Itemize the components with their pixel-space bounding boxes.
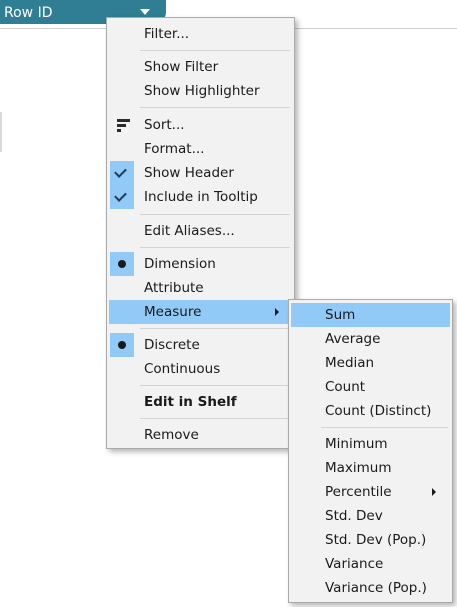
menu-separator (140, 214, 290, 215)
menu-item-label: Sort... (144, 117, 185, 133)
submenu-item-std-dev-pop[interactable]: Std. Dev (Pop.) (291, 528, 450, 552)
menu-item-label: Include in Tooltip (144, 189, 258, 205)
caret-down-icon[interactable] (140, 9, 150, 15)
menu-item-label: Show Filter (144, 59, 219, 75)
menu-item-label: Attribute (144, 280, 204, 296)
menu-separator (140, 385, 290, 386)
menu-item-label: Variance (325, 556, 384, 572)
menu-item-label: Variance (Pop.) (325, 580, 427, 596)
menu-item-label: Discrete (144, 337, 200, 353)
submenu-item-minimum[interactable]: Minimum (291, 432, 450, 456)
menu-separator (140, 107, 290, 108)
field-context-menu: Filter... Show Filter Show Highlighter S… (106, 17, 295, 449)
menu-item-sort[interactable]: Sort... (109, 113, 292, 137)
menu-item-show-header[interactable]: Show Header (109, 161, 292, 185)
submenu-item-median[interactable]: Median (291, 351, 450, 375)
panel-edge (0, 112, 2, 152)
menu-item-label: Sum (325, 307, 356, 323)
menu-item-attribute[interactable]: Attribute (109, 276, 292, 300)
menu-separator (140, 50, 290, 51)
menu-item-filter[interactable]: Filter... (109, 22, 292, 46)
menu-item-label: Filter... (144, 26, 190, 42)
menu-item-label: Measure (144, 304, 202, 320)
submenu-item-variance-pop[interactable]: Variance (Pop.) (291, 576, 450, 600)
checkmark-icon (110, 185, 134, 209)
menu-separator (140, 247, 290, 248)
menu-separator (140, 418, 290, 419)
submenu-item-variance[interactable]: Variance (291, 552, 450, 576)
menu-item-label: Minimum (325, 436, 388, 452)
submenu-item-count[interactable]: Count (291, 375, 450, 399)
menu-item-label: Median (325, 355, 375, 371)
menu-item-edit-in-shelf[interactable]: Edit in Shelf (109, 390, 292, 414)
submenu-item-sum[interactable]: Sum (291, 303, 450, 327)
sort-icon (110, 113, 134, 137)
submenu-item-maximum[interactable]: Maximum (291, 456, 450, 480)
menu-item-label: Edit in Shelf (144, 394, 237, 410)
menu-item-show-highlighter[interactable]: Show Highlighter (109, 79, 292, 103)
menu-item-include-in-tooltip[interactable]: Include in Tooltip (109, 185, 292, 209)
menu-item-label: Format... (144, 141, 205, 157)
checkmark-icon (110, 161, 134, 185)
pill-label: Row ID (4, 5, 53, 21)
menu-item-label: Count (325, 379, 366, 395)
menu-item-format[interactable]: Format... (109, 137, 292, 161)
submenu-item-std-dev[interactable]: Std. Dev (291, 504, 450, 528)
menu-item-label: Remove (144, 427, 199, 443)
menu-separator (321, 427, 448, 428)
submenu-item-average[interactable]: Average (291, 327, 450, 351)
menu-item-label: Maximum (325, 460, 392, 476)
bullet-icon (110, 333, 134, 357)
menu-item-label: Edit Aliases... (144, 223, 235, 239)
menu-item-label: Percentile (325, 484, 392, 500)
menu-item-measure[interactable]: Measure (109, 300, 292, 324)
submenu-arrow-icon (432, 488, 436, 496)
menu-item-label: Dimension (144, 256, 216, 272)
menu-separator (140, 328, 290, 329)
menu-item-remove[interactable]: Remove (109, 423, 292, 447)
menu-item-edit-aliases[interactable]: Edit Aliases... (109, 219, 292, 243)
menu-item-show-filter[interactable]: Show Filter (109, 55, 292, 79)
submenu-item-count-distinct[interactable]: Count (Distinct) (291, 399, 450, 423)
bullet-icon (110, 252, 134, 276)
menu-item-label: Continuous (144, 361, 221, 377)
menu-item-label: Count (Distinct) (325, 403, 432, 419)
measure-submenu: Sum Average Median Count Count (Distinct… (288, 299, 453, 603)
menu-item-label: Std. Dev (Pop.) (325, 532, 427, 548)
submenu-item-percentile[interactable]: Percentile (291, 480, 450, 504)
submenu-arrow-icon (275, 308, 279, 316)
menu-item-dimension[interactable]: Dimension (109, 252, 292, 276)
menu-item-label: Show Highlighter (144, 83, 260, 99)
menu-item-continuous[interactable]: Continuous (109, 357, 292, 381)
menu-item-label: Average (325, 331, 381, 347)
menu-item-discrete[interactable]: Discrete (109, 333, 292, 357)
menu-item-label: Std. Dev (325, 508, 383, 524)
menu-item-label: Show Header (144, 165, 234, 181)
